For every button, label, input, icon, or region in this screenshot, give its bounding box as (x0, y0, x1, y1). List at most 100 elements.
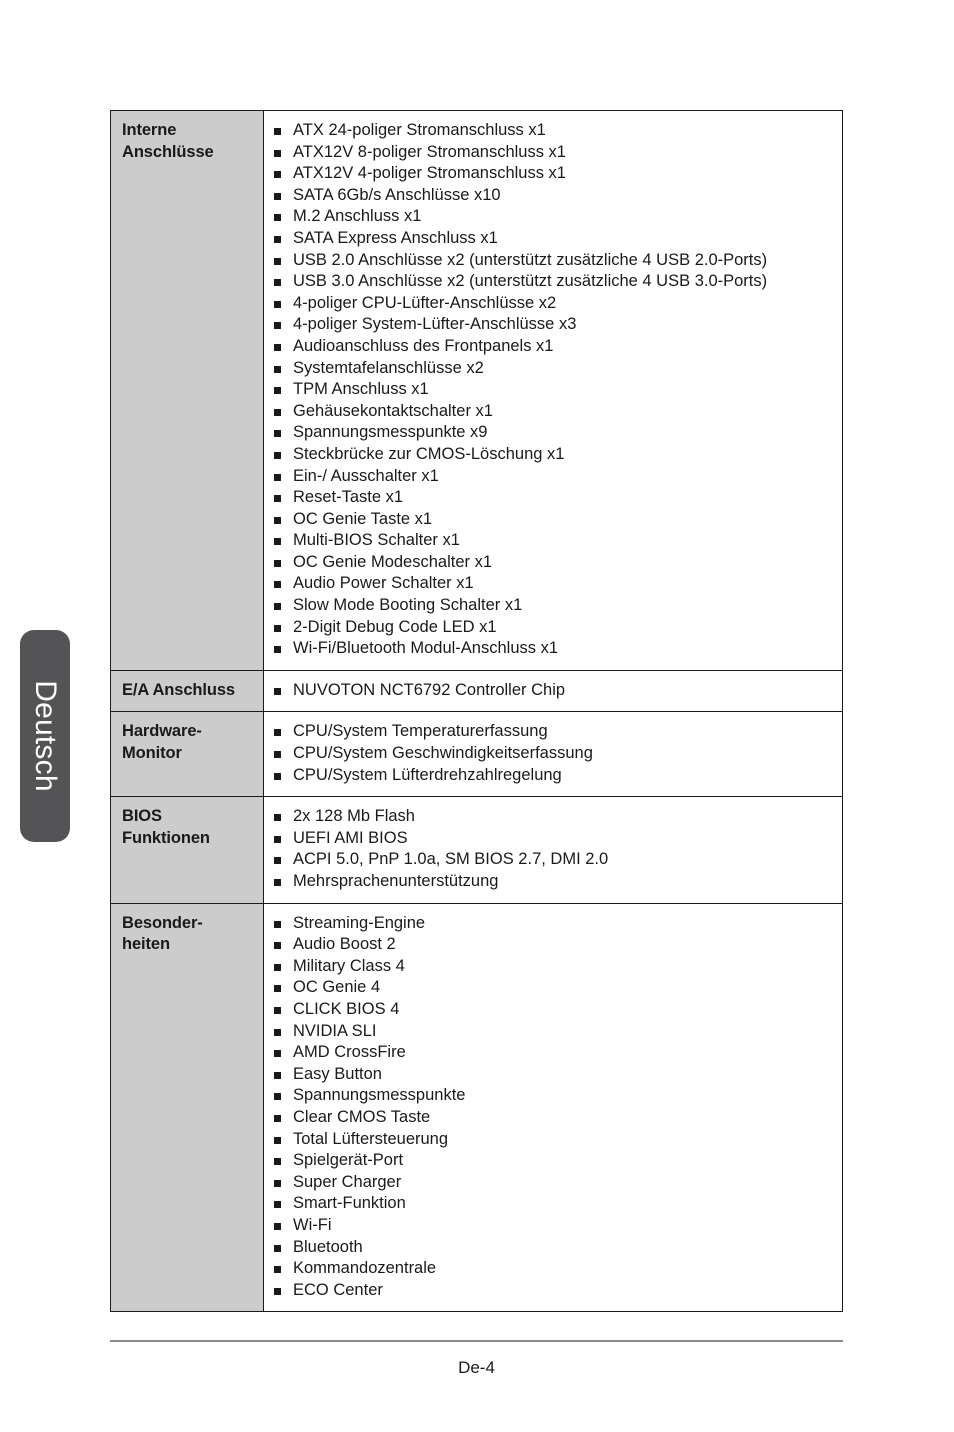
list-item-label: Audio Power Schalter x1 (293, 574, 474, 593)
square-bullet-icon (274, 387, 281, 395)
square-bullet-icon (274, 451, 281, 459)
list-item: CPU/System Lüfterdrehzahlregelung (274, 765, 834, 787)
list-item: Easy Button (274, 1064, 834, 1086)
list-item: Mehrsprachenunterstützung (274, 871, 834, 893)
square-bullet-icon (274, 235, 281, 243)
list-item: 2-Digit Debug Code LED x1 (274, 617, 834, 639)
list-item: Reset-Taste x1 (274, 487, 834, 509)
list-item-label: NVIDIA SLI (293, 1021, 377, 1040)
list-item: Wi-Fi (274, 1215, 834, 1237)
square-bullet-icon (274, 1244, 281, 1252)
list-item: USB 2.0 Anschlüsse x2 (unterstützt zusät… (274, 250, 834, 272)
list-item: OC Genie 4 (274, 977, 834, 999)
list-item: ACPI 5.0, PnP 1.0a, SM BIOS 2.7, DMI 2.0 (274, 849, 834, 871)
spec-value-cell: Streaming-Engine Audio Boost 2 Military Cl… (263, 902, 843, 1313)
list-item-label: Military Class 4 (293, 956, 405, 975)
spec-category-label: BIOS Funktionen (110, 796, 264, 904)
square-bullet-icon (274, 365, 281, 373)
list-item: ATX12V 4-poliger Stromanschluss x1 (274, 163, 834, 185)
spec-category-label: Hardware- Monitor (110, 711, 264, 798)
list-item-label: Multi-BIOS Schalter x1 (293, 531, 460, 550)
list-item-label: Easy Button (293, 1064, 382, 1083)
specification-table: Interne Anschlüsse ATX 24-poliger Stromans… (110, 110, 843, 1313)
list-item: Spannungsmesspunkte x9 (274, 422, 834, 444)
spec-value-cell: ATX 24-poliger Stromanschluss x1 ATX12V 8… (263, 110, 843, 671)
list-item: USB 3.0 Anschlüsse x2 (unterstützt zusät… (274, 271, 834, 293)
square-bullet-icon (274, 603, 281, 611)
list-item-label: Spannungsmesspunkte x9 (293, 423, 488, 442)
list-item-label: Slow Mode Booting Schalter x1 (293, 596, 523, 615)
square-bullet-icon (274, 1222, 281, 1230)
table-row: E/A Anschluss NUVOTON NCT6792 Controller … (110, 669, 843, 713)
spec-category-label-line: Anschlüsse (122, 142, 214, 161)
list-item: Multi-BIOS Schalter x1 (274, 530, 834, 552)
square-bullet-icon (274, 1287, 281, 1295)
list-item-label: ECO Center (293, 1280, 383, 1299)
square-bullet-icon (274, 814, 281, 822)
spec-category-label: Interne Anschlüsse (110, 110, 264, 671)
list-item: CLICK BIOS 4 (274, 999, 834, 1021)
list-item: OC Genie Taste x1 (274, 509, 834, 531)
square-bullet-icon (274, 751, 281, 759)
list-item-label: M.2 Anschluss x1 (293, 207, 422, 226)
square-bullet-icon (274, 1006, 281, 1014)
list-item: Streaming-Engine (274, 913, 834, 935)
language-tab-label: Deutsch (29, 680, 62, 792)
list-item: Bluetooth (274, 1237, 834, 1259)
square-bullet-icon (274, 1158, 281, 1166)
list-item: Spannungsmesspunkte (274, 1085, 834, 1107)
list-item-label: SATA Express Anschluss x1 (293, 228, 498, 247)
square-bullet-icon (274, 279, 281, 287)
square-bullet-icon (274, 559, 281, 567)
page-number: De-4 (458, 1357, 495, 1377)
spec-category-label: Besonder-heiten (110, 902, 264, 1313)
spec-value-cell: NUVOTON NCT6792 Controller Chip (263, 669, 843, 713)
spec-category-label-line: Funktionen (122, 828, 210, 847)
square-bullet-icon (274, 128, 281, 135)
spec-category-label-line: BIOS (122, 807, 162, 826)
square-bullet-icon (274, 920, 281, 928)
square-bullet-icon (274, 857, 281, 865)
spec-item-list: NUVOTON NCT6792 Controller Chip (274, 680, 834, 702)
list-item-label: Audioanschluss des Frontpanels x1 (293, 336, 554, 355)
list-item: NVIDIA SLI (274, 1021, 834, 1043)
list-item-label: OC Genie Taste x1 (293, 509, 433, 528)
list-item-label: Wi-Fi (293, 1215, 332, 1234)
square-bullet-icon (274, 408, 281, 416)
list-item-label: Gehäusekontaktschalter x1 (293, 401, 493, 420)
list-item: SATA 6Gb/s Anschlüsse x10 (274, 185, 834, 207)
list-item: Audioanschluss des Frontpanels x1 (274, 336, 834, 358)
list-item: UEFI AMI BIOS (274, 828, 834, 850)
language-tab-deutsch: Deutsch (20, 630, 70, 842)
square-bullet-icon (274, 835, 281, 843)
square-bullet-icon (274, 192, 281, 200)
square-bullet-icon (274, 495, 281, 503)
list-item: ATX 24-poliger Stromanschluss x1 (274, 120, 834, 142)
spec-category-label-line: E/A Anschluss (122, 680, 236, 699)
list-item: ATX12V 8-poliger Stromanschluss x1 (274, 142, 834, 164)
square-bullet-icon (274, 149, 281, 157)
list-item: 4-poliger System-Lüfter-Anschlüsse x3 (274, 314, 834, 336)
list-item-label: TPM Anschluss x1 (293, 380, 429, 399)
list-item: Super Charger (274, 1172, 834, 1194)
list-item-label: USB 2.0 Anschlüsse x2 (unterstützt zusät… (293, 250, 768, 269)
spec-category-label-line: Interne (122, 121, 177, 139)
list-item-label: Smart-Funktion (293, 1194, 406, 1213)
list-item-label: Streaming-Engine (293, 913, 426, 932)
list-item-label: CPU/System Geschwindigkeitserfassung (293, 744, 593, 763)
list-item: Audio Power Schalter x1 (274, 573, 834, 595)
spec-item-list: ATX 24-poliger Stromanschluss x1 ATX12V 8… (274, 120, 834, 660)
list-item-label: Spielgerät-Port (293, 1151, 404, 1170)
list-item: Slow Mode Booting Schalter x1 (274, 595, 834, 617)
list-item: 2x 128 Mb Flash (274, 806, 834, 828)
list-item-label: OC Genie Modeschalter x1 (293, 552, 493, 571)
list-item-label: Ein-/ Ausschalter x1 (293, 466, 439, 485)
list-item: 4-poliger CPU-Lüfter-Anschlüsse x2 (274, 293, 834, 315)
list-item-label: ACPI 5.0, PnP 1.0a, SM BIOS 2.7, DMI 2.0 (293, 850, 609, 869)
square-bullet-icon (274, 687, 281, 695)
page-footer: De-4 (110, 1340, 843, 1378)
list-item-label: 4-poliger CPU-Lüfter-Anschlüsse x2 (293, 293, 557, 312)
list-item-label: USB 3.0 Anschlüsse x2 (unterstützt zusät… (293, 272, 768, 291)
list-item-label: Super Charger (293, 1172, 402, 1191)
list-item-label: Clear CMOS Taste (293, 1107, 431, 1126)
